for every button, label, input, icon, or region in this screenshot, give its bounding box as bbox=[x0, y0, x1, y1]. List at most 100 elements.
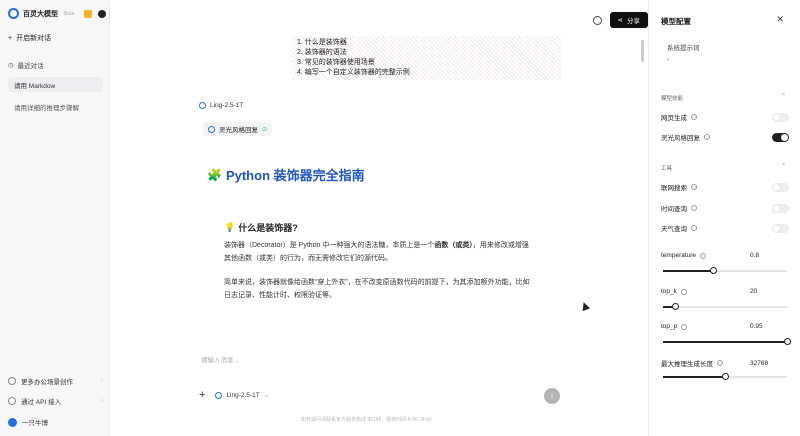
more-scenarios-label: 更多办公场景创作 bbox=[21, 379, 73, 386]
api-icon bbox=[8, 397, 16, 405]
param-value: 0.8 bbox=[750, 252, 760, 259]
chat-main: ⋖ 分享 1. 什么是装饰器 2. 装饰器的语法 3. 常见的装饰器使用场景 4… bbox=[111, 0, 648, 436]
tool-time-query: 时间查询 bbox=[661, 203, 789, 213]
chevron-down-icon: ⌄ bbox=[263, 392, 270, 399]
conversation-item-active[interactable]: 请用 Markdow bbox=[8, 77, 103, 92]
top-p-slider[interactable] bbox=[663, 338, 791, 345]
skills-section-label: 模型技能 bbox=[661, 96, 684, 102]
header-actions: ⋖ 分享 bbox=[592, 12, 648, 28]
info-icon[interactable] bbox=[681, 323, 688, 330]
tool-label: 联网搜索 bbox=[661, 185, 687, 192]
tool-label: 天气查询 bbox=[661, 226, 687, 233]
info-icon[interactable] bbox=[717, 360, 723, 366]
slider-handle[interactable] bbox=[709, 267, 717, 274]
footer-note: 如有疑问请联系官方服务热线 95188，服务时间 8:00-24:00 bbox=[301, 417, 432, 423]
slider-fill bbox=[663, 376, 725, 378]
check-circle-icon: ⊙ bbox=[262, 126, 268, 133]
skill-label: 灵光风格回复 bbox=[661, 135, 700, 142]
skill-label: 网页生成 bbox=[661, 115, 687, 122]
message-composer[interactable]: 请输入消息... bbox=[199, 354, 574, 364]
user-name: 一只牛博 bbox=[22, 420, 48, 427]
model-name: Ling-2.5-1T bbox=[210, 102, 244, 109]
paragraph-text: 装饰器（Decorator）是 Python 中一种强大的语法糖，本质上是一个 bbox=[224, 242, 435, 249]
answer-title-text: Python 装饰器完全指南 bbox=[225, 168, 365, 183]
info-icon[interactable] bbox=[691, 184, 697, 190]
more-scenarios-link[interactable]: 更多办公场景创作 › bbox=[8, 376, 103, 386]
skill-toggle[interactable] bbox=[772, 112, 789, 122]
outline-item: 4. 编写一个自定义装饰器的完整示例 bbox=[297, 69, 410, 76]
param-value: 20 bbox=[750, 288, 758, 295]
api-access-link[interactable]: 通过 API 接入 › bbox=[8, 396, 103, 406]
outline-item: 3. 常见的装饰器使用场景 bbox=[297, 59, 375, 66]
tool-label: 时间查询 bbox=[661, 206, 687, 213]
github-icon[interactable] bbox=[98, 9, 107, 18]
param-top-k: top_k 20 bbox=[661, 288, 789, 295]
share-icon: ⋖ bbox=[617, 17, 623, 24]
param-label: temperature bbox=[661, 252, 697, 259]
app-logo-icon bbox=[8, 8, 19, 19]
outline-list: 1. 什么是装饰器 2. 装饰器的语法 3. 常见的装饰器使用场景 4. 编写一… bbox=[291, 36, 561, 80]
arrow-up-icon: ↑ bbox=[549, 391, 555, 401]
style-tag: 灵光风格回复 ⊙ bbox=[203, 122, 273, 136]
slider-fill bbox=[663, 341, 787, 343]
sidebar: 百灵大模型 Beta + 开启新对话 ◷ 最近对话 请用 Markdow 请用详… bbox=[0, 0, 110, 436]
top-k-slider[interactable] bbox=[663, 303, 787, 310]
temperature-slider[interactable] bbox=[663, 267, 787, 274]
model-logo-icon bbox=[215, 391, 223, 399]
param-value: 32768 bbox=[750, 359, 769, 367]
paragraph: 简单来说，装饰器就像给函数“穿上外衣”，在不改变原函数代码的前提下，为其添加额外… bbox=[224, 279, 530, 299]
new-chat-button[interactable]: + 开启新对话 bbox=[8, 33, 51, 43]
tool-toggle[interactable] bbox=[772, 182, 789, 192]
scrollbar[interactable] bbox=[641, 40, 644, 62]
slider-fill bbox=[663, 270, 713, 272]
info-icon[interactable] bbox=[704, 134, 710, 140]
info-icon[interactable] bbox=[691, 205, 697, 211]
user-profile[interactable]: 一只牛博 bbox=[8, 417, 103, 427]
tool-toggle[interactable] bbox=[772, 223, 789, 233]
param-label: 最大推理生成长度 bbox=[661, 361, 713, 368]
api-access-label: 通过 API 接入 bbox=[21, 399, 62, 406]
model-logo-icon bbox=[199, 102, 206, 109]
close-icon[interactable]: ✕ bbox=[776, 14, 784, 25]
skill-style-reply: 灵光风格回复 bbox=[661, 132, 789, 142]
outline-item: 2. 装饰器的语法 bbox=[297, 49, 347, 56]
puzzle-icon: 🧩 bbox=[207, 167, 222, 182]
model-config-panel: 模型配置 ✕ 系统提示词 - 模型技能 ⌃ 网页生成 灵光风格回复 工具 ⌃ 联… bbox=[648, 0, 800, 436]
history-icon[interactable] bbox=[592, 15, 602, 25]
slider-handle[interactable] bbox=[784, 338, 791, 345]
send-button[interactable]: ↑ bbox=[544, 388, 560, 404]
max-length-slider[interactable] bbox=[663, 373, 787, 380]
response-model: Ling-2.5-1T bbox=[199, 102, 243, 109]
share-button[interactable]: ⋖ 分享 bbox=[609, 12, 648, 28]
param-top-p: top_p 0.95 bbox=[661, 323, 789, 330]
skill-web-generation: 网页生成 bbox=[661, 112, 789, 122]
mouse-cursor-icon bbox=[579, 300, 591, 312]
tool-weather-query: 天气查询 bbox=[661, 223, 789, 233]
style-tag-label: 灵光风格回复 bbox=[219, 127, 258, 134]
award-icon[interactable] bbox=[84, 9, 93, 18]
paragraph-bold: 函数（或类） bbox=[434, 242, 473, 249]
chevron-up-icon[interactable]: ⌃ bbox=[781, 93, 786, 100]
system-prompt-value[interactable]: - bbox=[667, 56, 669, 63]
info-icon[interactable] bbox=[700, 252, 707, 259]
conversation-item[interactable]: 请用详细的推理步骤解 bbox=[14, 102, 79, 112]
message-input[interactable]: 请输入消息... bbox=[201, 357, 239, 364]
tool-web-search: 联网搜索 bbox=[661, 182, 789, 192]
panel-title: 模型配置 bbox=[661, 17, 691, 26]
lightbulb-icon: 💡 bbox=[224, 222, 236, 232]
slider-handle[interactable] bbox=[672, 303, 680, 310]
slider-handle[interactable] bbox=[722, 373, 729, 380]
info-icon[interactable] bbox=[691, 225, 697, 231]
composer-toolbar: + Ling-2.5-1T ⌄ bbox=[199, 389, 569, 401]
param-label: top_k bbox=[661, 288, 677, 295]
model-selector[interactable]: Ling-2.5-1T ⌄ bbox=[215, 391, 269, 399]
tool-toggle[interactable] bbox=[772, 203, 789, 213]
chevron-up-icon[interactable]: ⌃ bbox=[781, 163, 786, 170]
info-icon[interactable] bbox=[680, 288, 687, 295]
recent-label: 最近对话 bbox=[17, 63, 44, 70]
info-icon[interactable] bbox=[691, 114, 697, 120]
paragraph: 装饰器（Decorator）是 Python 中一种强大的语法糖，本质上是一个函… bbox=[224, 240, 534, 265]
answer-title: 🧩 Python 装饰器完全指南 bbox=[207, 165, 365, 184]
skill-toggle[interactable] bbox=[772, 132, 789, 142]
attach-plus-icon[interactable]: + bbox=[199, 389, 205, 401]
